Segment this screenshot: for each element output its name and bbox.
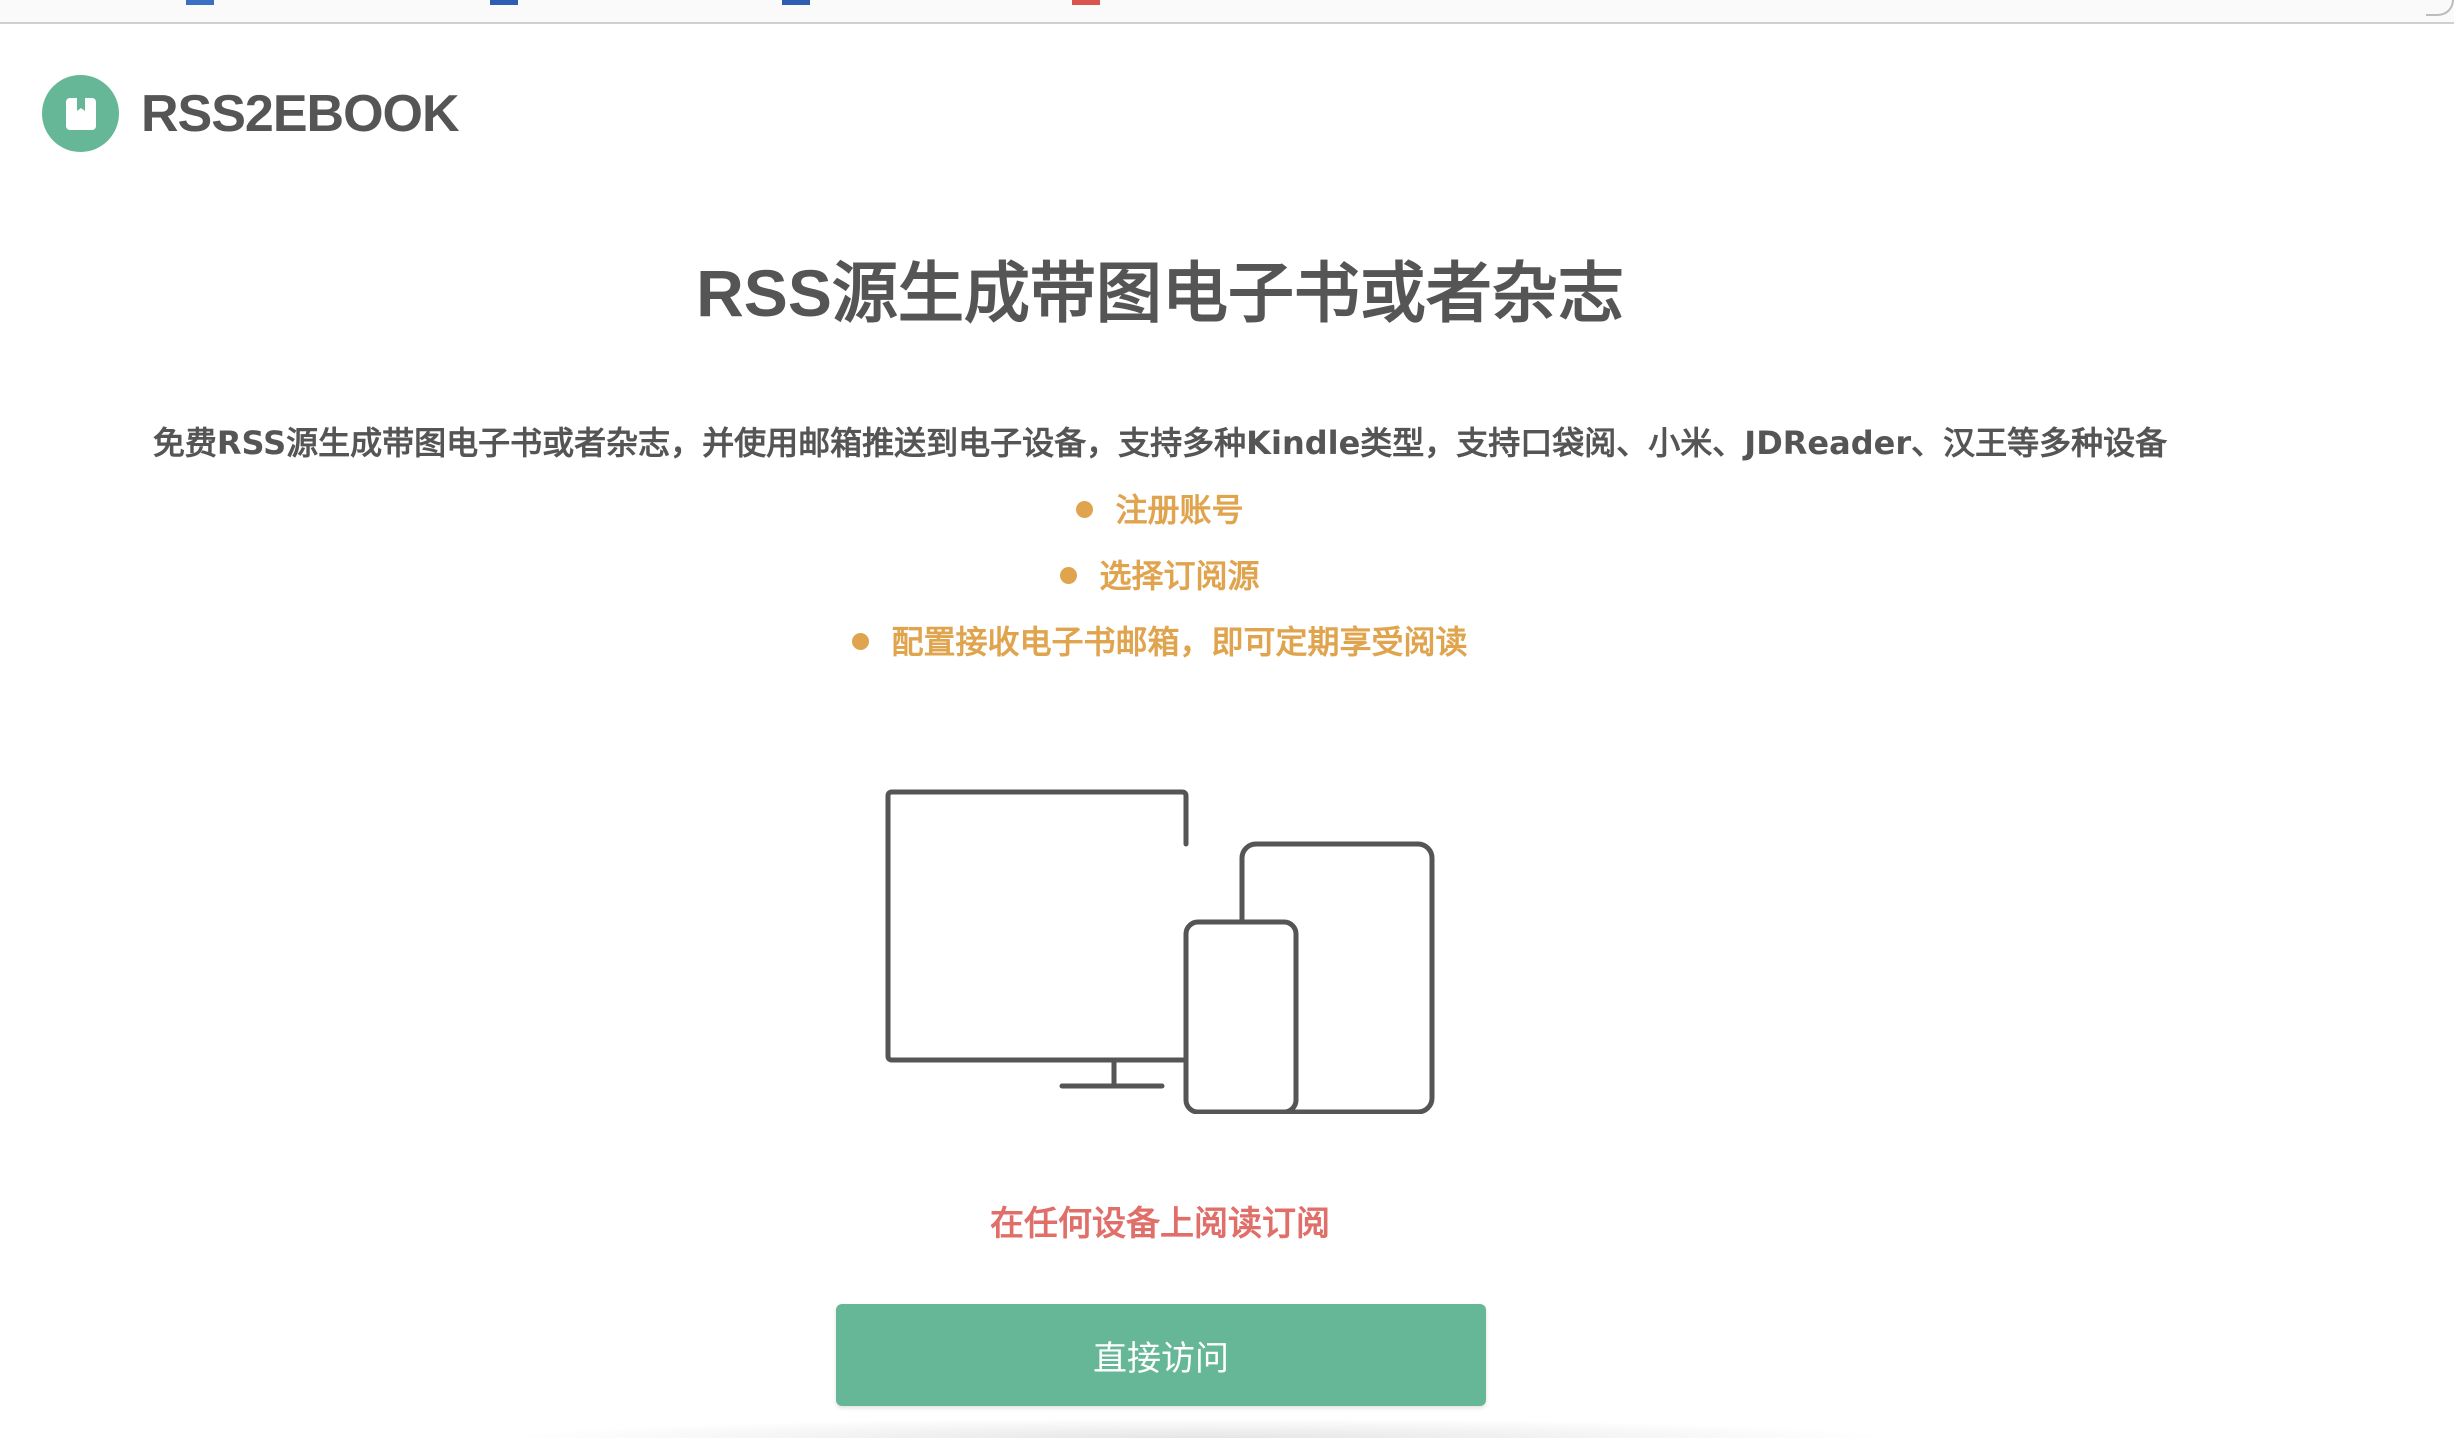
brand-name: RSS2EBOOK	[141, 84, 460, 143]
browser-bookmarks-bar	[0, 0, 2454, 24]
page-fold-shadow	[500, 1418, 1900, 1438]
bullet-icon	[852, 632, 870, 650]
site-logo[interactable]: RSS2EBOOK	[42, 75, 460, 152]
bullet-icon	[1060, 566, 1078, 584]
visit-button[interactable]: 直接访问	[836, 1304, 1486, 1406]
devices-icon	[880, 764, 1440, 1115]
step-item: 选择订阅源	[0, 550, 2320, 616]
page-title: RSS源生成带图电子书或者杂志	[696, 256, 1624, 330]
page-description: 免费RSS源生成带图电子书或者杂志，并使用邮箱推送到电子设备，支持多种Kindl…	[152, 424, 2168, 462]
step-label: 注册账号	[1115, 491, 1244, 529]
step-label: 选择订阅源	[1099, 557, 1260, 595]
bookmark-favicon[interactable]	[186, 0, 214, 5]
bookmark-favicon[interactable]	[490, 0, 518, 5]
step-label: 配置接收电子书邮箱，即可定期享受阅读	[891, 623, 1468, 661]
bullet-icon	[1076, 500, 1094, 518]
step-item: 注册账号	[0, 484, 2320, 550]
window-corner	[2426, 0, 2454, 16]
caption-text: 在任何设备上阅读订阅	[990, 1204, 1330, 1244]
bookmark-favicon[interactable]	[782, 0, 810, 5]
bookmark-favicon[interactable]	[1072, 0, 1100, 5]
book-icon	[42, 75, 119, 152]
steps-list: 注册账号 选择订阅源 配置接收电子书邮箱，即可定期享受阅读	[0, 484, 2320, 682]
step-item: 配置接收电子书邮箱，即可定期享受阅读	[0, 616, 2320, 682]
